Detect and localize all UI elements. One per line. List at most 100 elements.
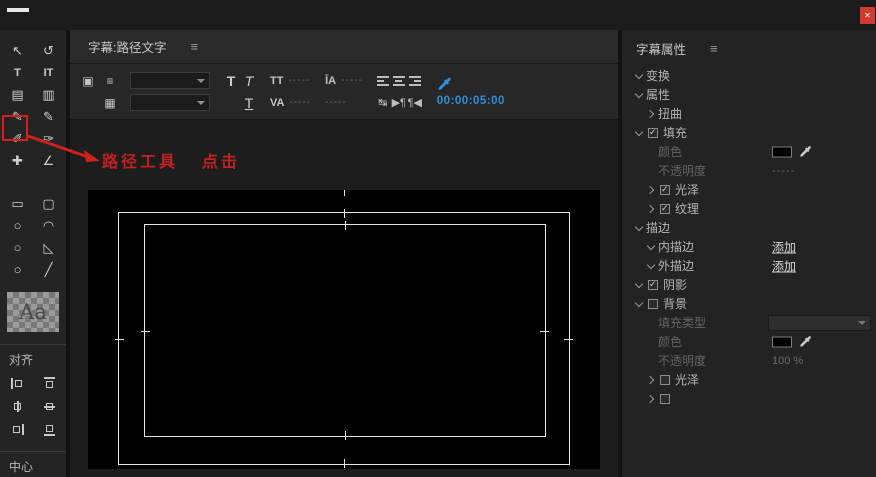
font-family-select[interactable] bbox=[130, 72, 210, 89]
align-text-left-icon[interactable] bbox=[376, 75, 389, 86]
annotation-text: 路径工具 点击 bbox=[102, 148, 240, 172]
align-vertical-bottom-button[interactable] bbox=[37, 419, 61, 439]
templates-grid-icon[interactable]: ▦ bbox=[104, 96, 115, 110]
sheen-chevron-icon[interactable] bbox=[646, 184, 658, 196]
align-vertical-top-button[interactable] bbox=[37, 373, 61, 393]
bg-opacity-value[interactable]: 100 % bbox=[772, 355, 803, 367]
fill-opacity-value[interactable]: ----- bbox=[772, 165, 795, 177]
strokes-chevron-icon[interactable] bbox=[634, 222, 646, 234]
background-group-row[interactable]: 背景 bbox=[622, 294, 876, 313]
bg-fill-type-select[interactable] bbox=[768, 314, 871, 331]
oval-tool[interactable]: ○ bbox=[4, 259, 31, 280]
font-size-control[interactable]: TT ----- bbox=[270, 75, 311, 87]
tab-stops-icon[interactable]: ↹ bbox=[378, 96, 387, 109]
outer-stroke-chevron-icon[interactable] bbox=[646, 260, 658, 272]
title-canvas[interactable] bbox=[88, 190, 600, 469]
transform-chevron-icon[interactable] bbox=[634, 70, 646, 82]
texture-chevron-icon[interactable] bbox=[646, 203, 658, 215]
line-tool[interactable]: ╱ bbox=[35, 259, 62, 280]
texture-group-row[interactable]: 纹理 bbox=[622, 199, 876, 218]
attributes-group-row[interactable]: 属性 bbox=[622, 85, 876, 104]
fill-color-eyedropper-icon[interactable] bbox=[799, 145, 812, 158]
align-horizontal-center-button[interactable] bbox=[5, 396, 29, 416]
bg-texture-chevron-icon[interactable] bbox=[646, 393, 658, 405]
background-chevron-icon[interactable] bbox=[634, 298, 646, 310]
fill-color-row: 颜色 bbox=[622, 142, 876, 161]
fill-color-swatch[interactable] bbox=[772, 146, 792, 157]
underline-button[interactable]: T bbox=[245, 95, 254, 111]
wrap-right-icon[interactable]: ▶¶ bbox=[392, 96, 406, 109]
rotation-tool[interactable]: ↺ bbox=[35, 40, 62, 61]
vertical-path-type-tool[interactable]: ✎ bbox=[35, 106, 62, 127]
title-editor-panel: 字幕:路径文字 ≡ ▣ ≡ ▦ T T T TT ----- ĪA ----- … bbox=[70, 30, 618, 477]
arc-tool[interactable]: ◠ bbox=[35, 215, 62, 236]
fill-chevron-icon[interactable] bbox=[634, 127, 646, 139]
strokes-group-row[interactable]: 描边 bbox=[622, 218, 876, 237]
rectangle-tool[interactable]: ▭ bbox=[4, 193, 31, 214]
vertical-area-type-tool[interactable]: ▥ bbox=[35, 84, 62, 105]
fill-checkbox[interactable] bbox=[648, 127, 658, 138]
wedge-tool[interactable]: ◺ bbox=[35, 237, 62, 258]
close-button[interactable]: ✕ bbox=[860, 7, 875, 24]
align-text-center-icon[interactable] bbox=[392, 75, 405, 86]
align-vertical-center-button[interactable] bbox=[37, 396, 61, 416]
texture-checkbox[interactable] bbox=[660, 203, 670, 214]
show-background-video-icon[interactable] bbox=[437, 77, 452, 92]
leading-icon: VA bbox=[270, 96, 285, 109]
fill-group-row[interactable]: 填充 bbox=[622, 123, 876, 142]
sheen-checkbox[interactable] bbox=[660, 184, 670, 195]
kerning-control[interactable]: ĪA ----- bbox=[325, 75, 363, 87]
font-sample-swatch[interactable]: Aa bbox=[7, 292, 59, 332]
annotation-highlight-box bbox=[2, 115, 28, 141]
align-horizontal-right-button[interactable] bbox=[5, 419, 29, 439]
distort-chevron-icon[interactable] bbox=[646, 108, 658, 120]
selection-tool[interactable]: ↖ bbox=[4, 40, 31, 61]
font-style-select[interactable] bbox=[130, 94, 210, 111]
transform-group-row[interactable]: 变换 bbox=[622, 66, 876, 85]
ellipse-tool[interactable]: ○ bbox=[4, 215, 31, 236]
wrap-left-icon[interactable]: ¶◀ bbox=[408, 96, 422, 109]
browse-fonts-icon[interactable]: ▣ bbox=[82, 74, 93, 88]
styles-list-icon[interactable]: ≡ bbox=[106, 74, 113, 88]
timecode-display[interactable]: 00:00:05:00 bbox=[437, 95, 505, 107]
outer-stroke-row[interactable]: 外描边 添加 bbox=[622, 256, 876, 275]
inner-stroke-row[interactable]: 内描边 添加 bbox=[622, 237, 876, 256]
inner-stroke-add-link[interactable]: 添加 bbox=[772, 238, 796, 255]
bg-color-row: 颜色 bbox=[622, 332, 876, 351]
bg-sheen-group-row[interactable]: 光泽 bbox=[622, 370, 876, 389]
distort-group-row[interactable]: 扭曲 bbox=[622, 104, 876, 123]
bg-sheen-checkbox[interactable] bbox=[660, 374, 670, 385]
shadow-checkbox[interactable] bbox=[648, 279, 658, 290]
drawing-area bbox=[70, 120, 618, 476]
shadow-group-row[interactable]: 阴影 bbox=[622, 275, 876, 294]
safe-tick bbox=[344, 209, 345, 218]
rounded-rectangle-tool[interactable]: ▢ bbox=[35, 193, 62, 214]
vertical-type-tool[interactable]: IT bbox=[35, 62, 62, 83]
fill-opacity-row: 不透明度 ----- bbox=[622, 161, 876, 180]
bg-color-eyedropper-icon[interactable] bbox=[799, 335, 812, 348]
shadow-chevron-icon[interactable] bbox=[634, 279, 646, 291]
circle-tool[interactable]: ○ bbox=[4, 237, 31, 258]
background-checkbox[interactable] bbox=[648, 298, 658, 309]
bg-texture-checkbox[interactable] bbox=[660, 393, 670, 404]
toolbar-left-icons: ▣ ≡ ▦ bbox=[80, 70, 118, 114]
outer-stroke-add-link[interactable]: 添加 bbox=[772, 257, 796, 274]
bold-button[interactable]: T bbox=[227, 73, 236, 89]
bg-sheen-chevron-icon[interactable] bbox=[646, 374, 658, 386]
align-horizontal-left-button[interactable] bbox=[5, 373, 29, 393]
bg-color-swatch[interactable] bbox=[772, 336, 792, 347]
type-tool[interactable]: T bbox=[4, 62, 31, 83]
italic-button[interactable]: T bbox=[245, 73, 254, 89]
bg-texture-group-row[interactable] bbox=[622, 389, 876, 408]
inner-stroke-chevron-icon[interactable] bbox=[646, 241, 658, 253]
attributes-chevron-icon[interactable] bbox=[634, 89, 646, 101]
align-text-right-icon[interactable] bbox=[408, 75, 421, 86]
tracking-control[interactable]: ----- bbox=[325, 97, 363, 108]
font-size-icon: TT bbox=[270, 74, 284, 87]
area-type-tool[interactable]: ▤ bbox=[4, 84, 31, 105]
leading-control[interactable]: VA ----- bbox=[270, 97, 311, 109]
properties-menu-icon[interactable]: ≡ bbox=[710, 41, 718, 56]
sheen-group-row[interactable]: 光泽 bbox=[622, 180, 876, 199]
annotation-action-label: 点击 bbox=[202, 154, 241, 171]
panel-menu-icon[interactable]: ≡ bbox=[190, 39, 198, 54]
